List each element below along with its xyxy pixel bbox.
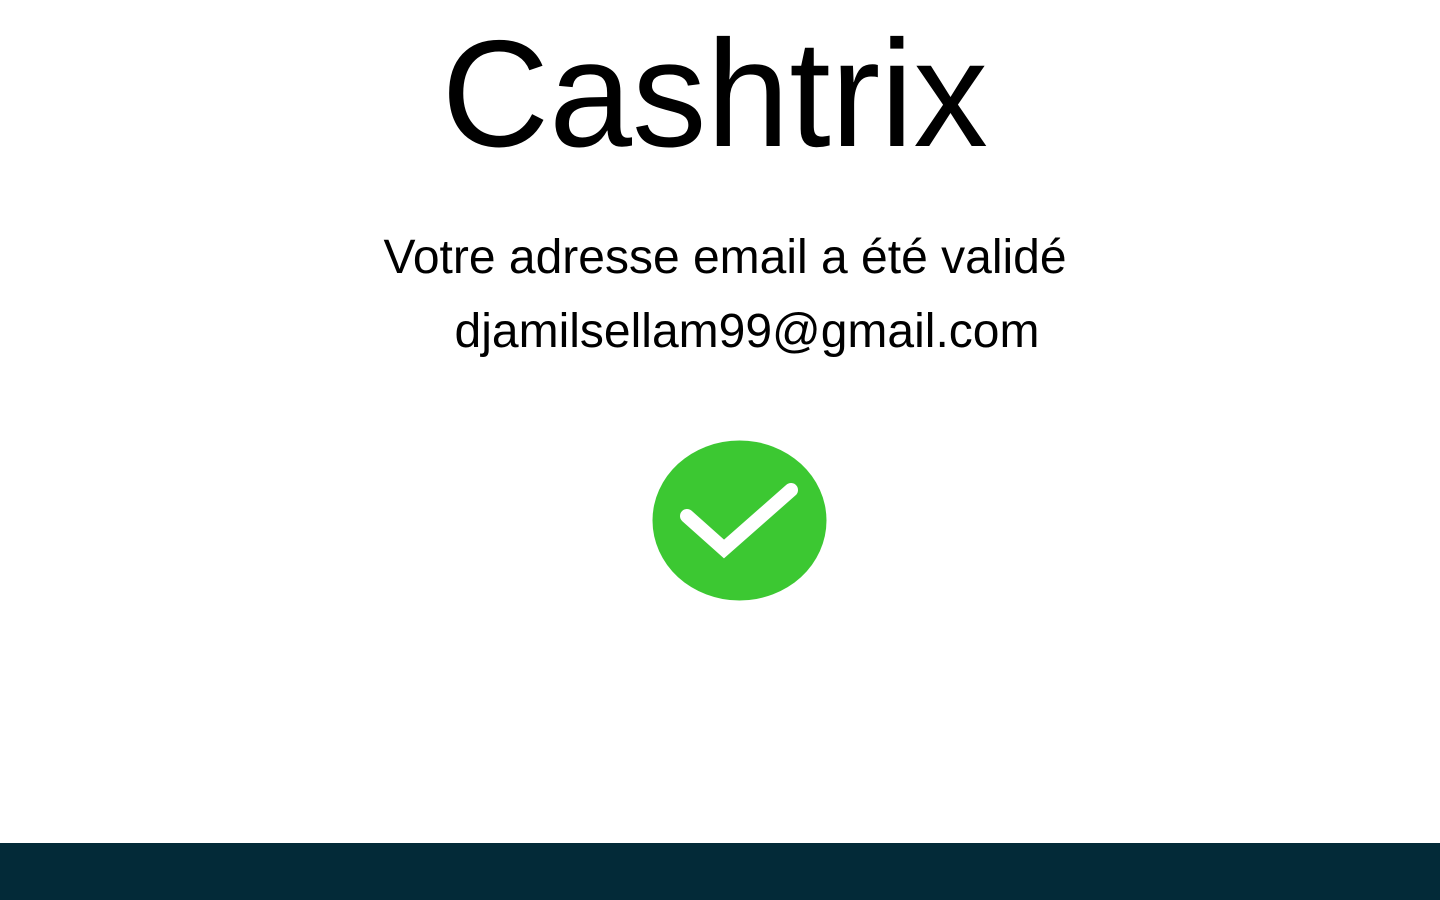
check-circle-icon (652, 440, 827, 601)
brand-title: Cashtrix (0, 18, 1440, 170)
validated-email: djamilsellam99@gmail.com (454, 305, 1040, 358)
brand-name: Cashtrix (441, 9, 989, 179)
footer-bar (0, 843, 1440, 900)
email-validation-page: Cashtrix Votre adresse email a été valid… (0, 0, 1440, 900)
validation-message: Votre adresse email a été validé (383, 231, 1067, 284)
